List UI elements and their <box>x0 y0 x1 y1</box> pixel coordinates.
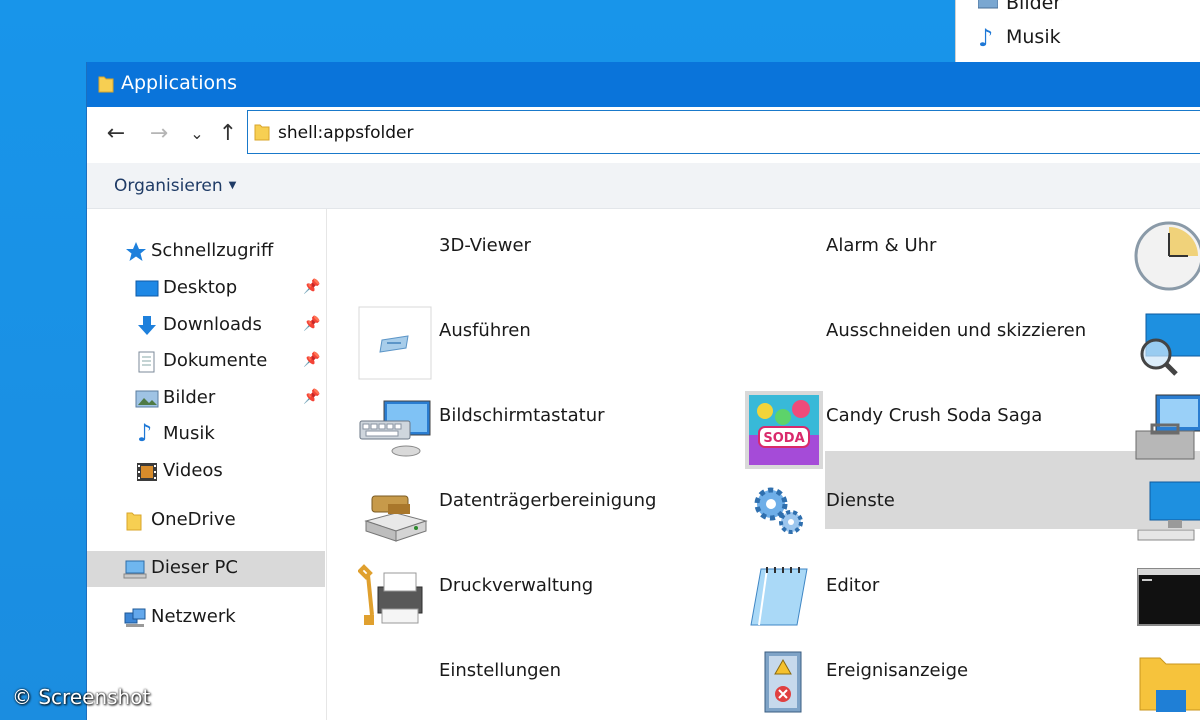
up-button[interactable]: ↑ <box>213 119 243 149</box>
organize-menu-button[interactable]: Organisieren ▼ <box>114 176 236 196</box>
folder-icon <box>125 510 147 532</box>
app-item-snip-sketch[interactable]: Ausschneiden und skizzieren <box>745 306 1130 384</box>
apps-folder-content: 3D-Viewer Ausführen Bildschirmtastatur D… <box>328 209 1200 720</box>
explorer-folder-icon[interactable] <box>1132 646 1200 720</box>
pin-icon[interactable]: 📌 <box>303 389 320 405</box>
app-label: Bildschirmtastatur <box>439 405 605 426</box>
sidebar-item-label: Bilder <box>163 387 216 408</box>
window-title: Applications <box>121 72 238 94</box>
pin-icon[interactable]: 📌 <box>303 316 320 332</box>
forward-button[interactable]: → <box>144 119 174 149</box>
sidebar-item-desktop[interactable]: Desktop 📌 <box>87 271 325 307</box>
sidebar-item-label: Desktop <box>163 277 238 298</box>
videos-icon <box>136 461 158 483</box>
app-item-settings[interactable]: Einstellungen <box>358 646 718 720</box>
toolbox-computer-icon[interactable] <box>1132 391 1200 469</box>
chevron-down-icon: ▼ <box>228 180 237 191</box>
star-icon <box>125 241 147 263</box>
console-icon[interactable] <box>1132 561 1200 639</box>
app-item-event-viewer[interactable]: Ereignisanzeige <box>745 646 1130 720</box>
sidebar-item-label: Dokumente <box>163 350 268 371</box>
folder-icon <box>254 123 270 145</box>
disk-cleanup-icon <box>358 476 436 554</box>
desktop-icon <box>135 278 159 300</box>
organize-label: Organisieren <box>114 176 223 196</box>
explorer-window: Applications ← → ⌄ ↑ Organisieren ▼ Schne… <box>86 62 1200 720</box>
folder-icon <box>98 75 114 97</box>
title-bar[interactable]: Applications <box>87 62 1200 107</box>
app-item-print-management[interactable]: Druckverwaltung <box>357 561 718 639</box>
notepad-icon <box>745 561 823 639</box>
sidebar-item-quick-access[interactable]: Schnellzugriff <box>87 234 325 270</box>
computer-icon[interactable] <box>1132 476 1200 554</box>
bg-item-label: Bilder <box>1006 0 1062 14</box>
bg-item-music[interactable]: ♪ Musik <box>978 24 1061 52</box>
event-viewer-icon <box>745 646 823 720</box>
navigation-pane: Schnellzugriff Desktop 📌 Downloads 📌 Dok… <box>87 209 327 720</box>
sidebar-item-label: Netzwerk <box>151 606 236 627</box>
sidebar-item-network[interactable]: Netzwerk <box>87 600 325 636</box>
download-icon <box>136 315 158 337</box>
address-input[interactable] <box>278 120 1158 146</box>
music-icon: ♪ <box>978 24 994 52</box>
navigation-bar: ← → ⌄ ↑ <box>87 107 1200 163</box>
sidebar-item-videos[interactable]: Videos <box>87 454 325 490</box>
sidebar-item-label: Musik <box>163 423 215 444</box>
sidebar-item-label: OneDrive <box>151 509 236 530</box>
candy-crush-icon: SODA <box>745 391 823 469</box>
app-label: Alarm & Uhr <box>826 235 937 256</box>
sidebar-item-label: Videos <box>163 460 223 481</box>
app-label: Candy Crush Soda Saga <box>826 405 1043 426</box>
app-label: Ausführen <box>439 320 531 341</box>
app-item-3d-viewer[interactable]: 3D-Viewer <box>358 209 718 287</box>
app-label: Ereignisanzeige <box>826 660 969 681</box>
documents-icon <box>137 351 159 373</box>
printer-icon <box>357 561 436 639</box>
sidebar-item-label: Downloads <box>163 314 262 335</box>
sidebar-item-pictures[interactable]: Bilder 📌 <box>87 381 325 417</box>
watermark: © Screenshot <box>12 685 151 709</box>
computer-icon <box>123 558 147 580</box>
sidebar-item-music[interactable]: ♪ Musik <box>87 417 325 453</box>
keyboard-icon <box>358 391 436 469</box>
pin-icon[interactable]: 📌 <box>303 279 320 295</box>
clock-icon[interactable] <box>1132 219 1200 297</box>
pin-icon[interactable]: 📌 <box>303 352 320 368</box>
sidebar-item-onedrive[interactable]: OneDrive <box>87 503 325 539</box>
app-label: 3D-Viewer <box>439 235 531 256</box>
app-label: Datenträgerbereinigung <box>439 490 657 511</box>
run-icon <box>358 306 436 384</box>
back-button[interactable]: ← <box>101 119 131 149</box>
app-item-disk-cleanup[interactable]: Datenträgerbereinigung <box>358 476 718 554</box>
gears-icon <box>745 476 823 554</box>
app-item-run[interactable]: Ausführen <box>358 306 718 384</box>
command-bar: Organisieren ▼ <box>87 163 1200 209</box>
app-label: Druckverwaltung <box>439 575 594 596</box>
recent-locations-button[interactable]: ⌄ <box>182 119 212 149</box>
magnifier-monitor-icon[interactable] <box>1132 306 1200 384</box>
pictures-icon <box>135 388 159 410</box>
app-item-notepad[interactable]: Editor <box>745 561 1130 639</box>
address-bar[interactable] <box>247 110 1200 154</box>
bg-item-pictures[interactable]: Bilder <box>977 0 1062 14</box>
svg-text:SODA: SODA <box>763 431 804 446</box>
bg-item-label: Musik <box>1006 26 1061 48</box>
background-window: Bilder ♪ Musik <box>955 0 1200 62</box>
app-label: Dienste <box>826 490 895 511</box>
app-item-services[interactable]: Dienste <box>745 476 1130 554</box>
pictures-icon <box>977 0 999 14</box>
sidebar-item-label: Dieser PC <box>151 557 238 578</box>
sidebar-item-this-pc[interactable]: Dieser PC <box>87 551 325 587</box>
music-icon: ♪ <box>137 419 153 447</box>
app-label: Einstellungen <box>439 660 562 681</box>
sidebar-item-label: Schnellzugriff <box>151 240 274 261</box>
app-label: Editor <box>826 575 880 596</box>
app-item-alarms-clock[interactable]: Alarm & Uhr <box>745 209 1130 287</box>
app-item-candy-crush[interactable]: SODA Candy Crush Soda Saga <box>745 391 1130 469</box>
sidebar-item-downloads[interactable]: Downloads 📌 <box>87 308 325 344</box>
app-label: Ausschneiden und skizzieren <box>826 320 1087 341</box>
network-icon <box>123 607 146 629</box>
app-item-onscreen-keyboard[interactable]: Bildschirmtastatur <box>358 391 718 469</box>
sidebar-item-documents[interactable]: Dokumente 📌 <box>87 344 325 380</box>
